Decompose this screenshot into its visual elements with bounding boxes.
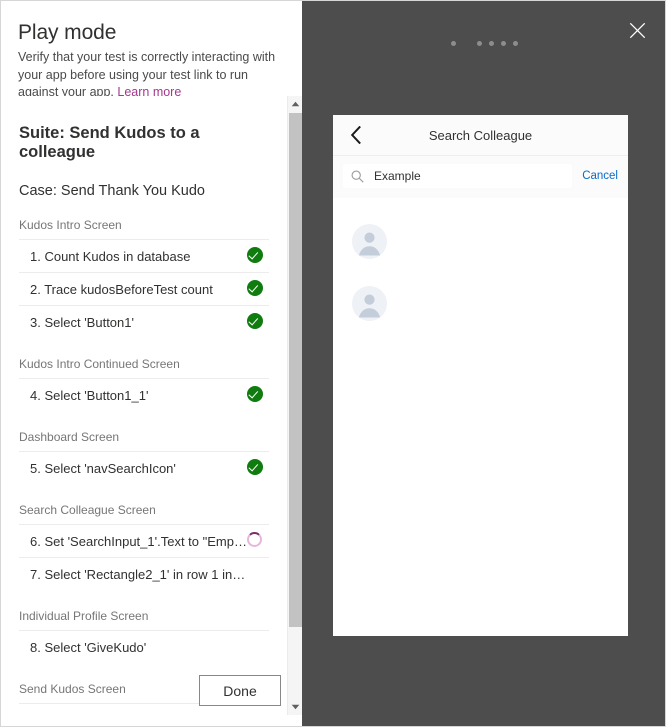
step-label: 1. Count Kudos in database [30,248,191,264]
magnifier-glyph [351,170,364,183]
screen-group-label: Kudos Intro Continued Screen [19,357,180,371]
avatar [352,285,387,321]
screen-group-label: Individual Profile Screen [19,609,149,623]
back-chevron-icon[interactable] [346,125,366,145]
search-input-value: Example [374,169,421,183]
step-label: 8. Select 'GiveKudo' [30,639,147,655]
step-label: 4. Select 'Button1_1' [30,387,149,403]
search-bar-area: Example Cancel [333,156,628,198]
step-row[interactable]: 5. Select 'navSearchIcon' [19,451,269,484]
step-row[interactable]: 1. Count Kudos in database [19,239,269,272]
search-icon [351,170,364,183]
screen-group-label: Dashboard Screen [19,430,120,444]
step-status-none [247,711,265,715]
loading-dots-indicator [302,41,666,46]
search-results-list [333,198,628,334]
panel-description: Verify that your test is correctly inter… [18,49,285,102]
blank-icon [247,711,263,715]
loading-dot [476,41,482,46]
screen-group-label: Search Colleague Screen [19,503,156,517]
search-input[interactable]: Example [343,164,573,188]
suite-title: Suite: Send Kudos to a colleague [19,124,200,161]
step-row[interactable]: 7. Select 'Rectangle2_1' in row 1 in '..… [19,557,269,590]
loading-dot [512,41,518,46]
step-label: 6. Set 'SearchInput_1'.Text to "Emplo... [30,533,247,549]
step-label: 3. Select 'Button1' [30,314,134,330]
blank-icon [247,565,263,581]
panel-header: Play mode Verify that your test is corre… [1,1,302,102]
spinner-icon [247,532,262,547]
chevron-left-glyph [350,126,361,144]
step-row[interactable]: 6. Set 'SearchInput_1'.Text to "Emplo... [19,524,269,557]
search-result-row[interactable] [333,272,628,334]
close-glyph [629,22,645,38]
step-row[interactable]: 3. Select 'Button1' [19,305,269,338]
steps-scrollbar[interactable] [287,96,302,715]
loading-dot [488,41,494,46]
step-status-none [247,638,265,656]
step-row[interactable]: 2. Trace kudosBeforeTest count [19,272,269,305]
step-label: 7. Select 'Rectangle2_1' in row 1 in '..… [30,566,247,582]
step-label: 5. Select 'navSearchIcon' [30,460,176,476]
steps-scroll-region[interactable]: Suite: Send Kudos to a colleague Case: S… [2,96,286,715]
step-status-pass-icon [247,313,265,331]
app-canvas[interactable]: Search Colleague Example Cancel [333,115,628,636]
test-steps-panel: Play mode Verify that your test is corre… [0,0,302,727]
step-label: 2. Trace kudosBeforeTest count [30,281,213,297]
check-circle-icon [247,280,263,296]
scrollbar-up-arrow-icon[interactable] [288,96,302,112]
blank-icon [247,638,263,654]
loading-dot [450,41,456,46]
step-row[interactable]: 4. Select 'Button1_1' [19,378,269,411]
app-header-title: Search Colleague [428,127,533,143]
step-status-running-icon [247,532,265,550]
step-status-pass-icon [247,247,265,265]
step-status-none [247,565,265,583]
person-icon [358,294,381,317]
avatar [352,223,387,259]
search-cancel-link[interactable]: Cancel [582,170,618,182]
step-label: 9. Count Kudos in database after test [30,713,245,716]
step-groups: Kudos Intro Screen 1. Count Kudos in data… [19,218,269,715]
step-status-pass-icon [247,386,265,404]
page-title: Play mode [18,21,117,44]
step-status-pass-icon [247,459,265,477]
step-status-pass-icon [247,280,265,298]
search-result-row[interactable] [333,210,628,272]
case-title: Case: Send Thank You Kudo [19,183,205,199]
app-header-bar: Search Colleague [333,115,628,156]
done-button[interactable]: Done [199,675,281,706]
loading-dot [500,41,506,46]
person-icon [358,232,381,255]
play-mode-window: Play mode Verify that your test is corre… [0,0,666,727]
check-circle-icon [247,459,263,475]
check-circle-icon [247,386,263,402]
scrollbar-down-arrow-icon[interactable] [288,699,302,715]
step-row[interactable]: 8. Select 'GiveKudo' [19,630,269,663]
app-preview-panel: Search Colleague Example Cancel [302,0,666,727]
check-circle-icon [247,313,263,329]
screen-group-label: Kudos Intro Screen [19,218,122,232]
check-circle-icon [247,247,263,263]
steps-content: Suite: Send Kudos to a colleague Case: S… [2,124,286,715]
scrollbar-thumb[interactable] [289,113,302,627]
